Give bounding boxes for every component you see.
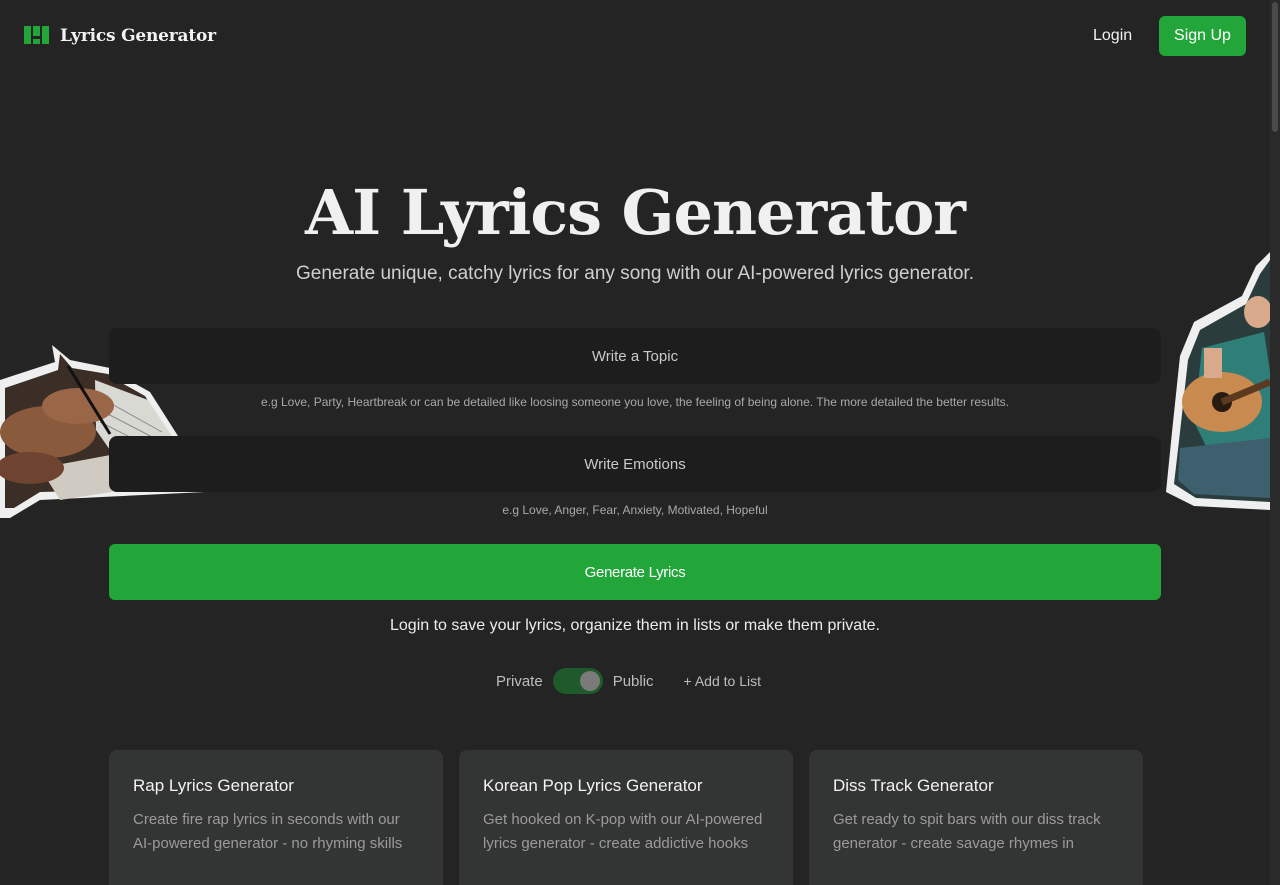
generator-card[interactable]: Rap Lyrics Generator Create fire rap lyr…: [109, 750, 443, 885]
logo-icon: [24, 26, 50, 46]
site-header: Lyrics Generator Login Sign Up: [0, 0, 1270, 72]
card-title: Korean Pop Lyrics Generator: [483, 776, 703, 795]
scrollbar[interactable]: [1270, 0, 1280, 885]
login-link[interactable]: Login: [1093, 27, 1132, 45]
add-to-list-button[interactable]: + Add to List: [684, 673, 761, 689]
scrollbar-thumb[interactable]: [1272, 2, 1278, 132]
card-title: Diss Track Generator: [833, 776, 994, 795]
private-label: Private: [496, 672, 543, 690]
emotions-input[interactable]: [109, 436, 1161, 492]
card-title: Rap Lyrics Generator: [133, 776, 294, 795]
logo[interactable]: Lyrics Generator: [24, 26, 216, 46]
logo-text: Lyrics Generator: [60, 26, 216, 46]
topic-input[interactable]: [109, 328, 1161, 384]
generator-card[interactable]: Korean Pop Lyrics Generator Get hooked o…: [459, 750, 793, 885]
generator-card[interactable]: Diss Track Generator Get ready to spit b…: [809, 750, 1143, 885]
public-label: Public: [612, 672, 654, 690]
visibility-controls: Private Public + Add to List: [496, 668, 761, 694]
signup-button[interactable]: Sign Up: [1159, 16, 1246, 56]
page-subtitle: Generate unique, catchy lyrics for any s…: [295, 263, 974, 284]
card-description: Get ready to spit bars with our diss tra…: [833, 811, 1101, 852]
card-description: Get hooked on K-pop with our AI-powered …: [483, 811, 763, 852]
page-title: AI Lyrics Generator: [305, 176, 966, 249]
login-note: Login to save your lyrics, organize them…: [390, 617, 880, 634]
emotions-hint: e.g Love, Anger, Fear, Anxiety, Motivate…: [502, 503, 768, 517]
visibility-toggle[interactable]: [552, 668, 603, 694]
toggle-knob: [579, 671, 600, 691]
guitar-player-image: [1166, 252, 1270, 510]
topic-hint: e.g Love, Party, Heartbreak or can be de…: [260, 395, 1009, 409]
card-description: Create fire rap lyrics in seconds with o…: [133, 811, 403, 852]
generate-lyrics-button[interactable]: Generate Lyrics: [109, 544, 1161, 600]
